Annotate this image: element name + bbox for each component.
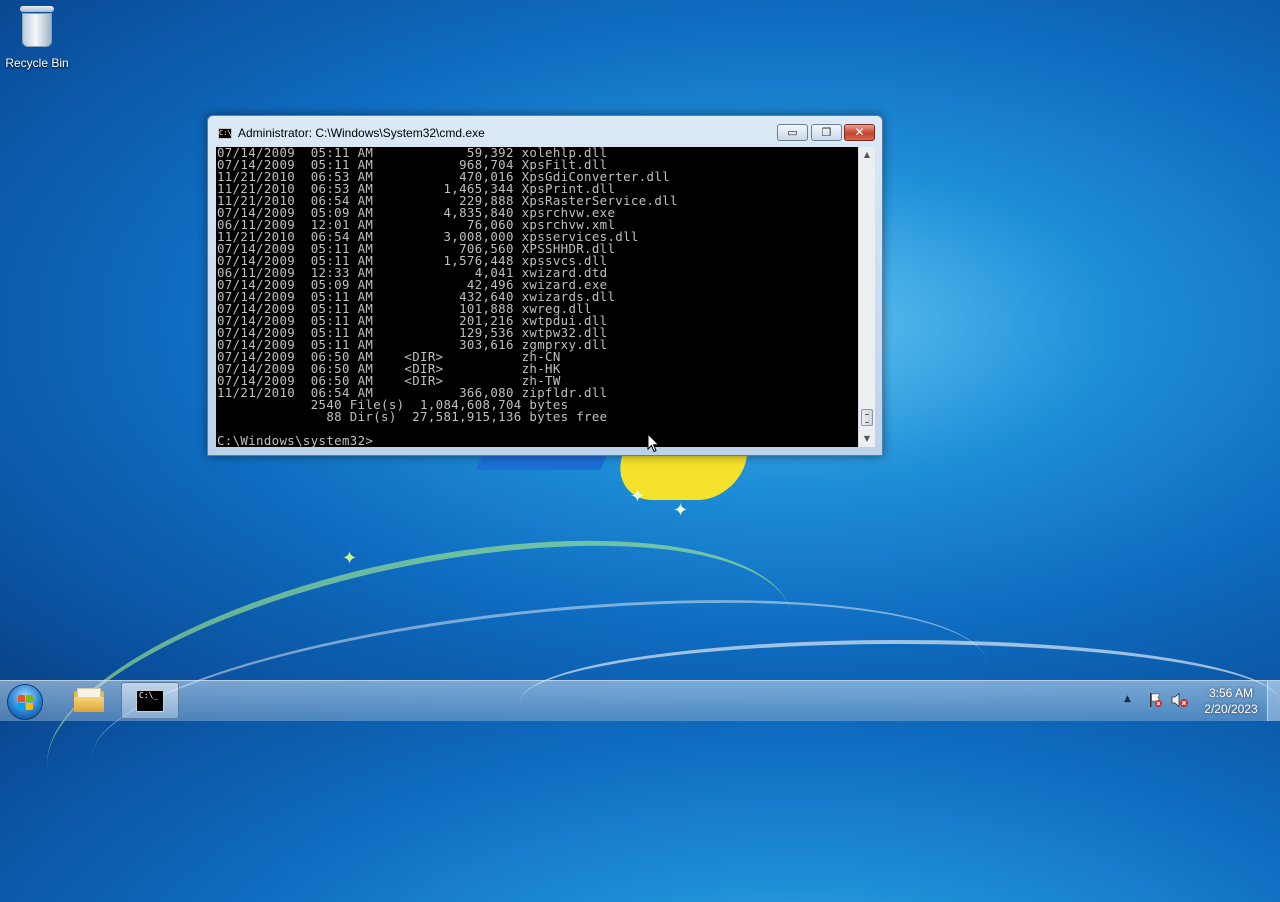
scroll-down-arrow-icon[interactable]: ▼ <box>859 431 875 447</box>
taskbar: C:\_ ▲ 3:56 AM 2/20/2023 <box>0 680 1280 721</box>
folder-icon <box>74 688 104 712</box>
sparkle-icon: ✦ <box>673 500 689 521</box>
maximize-button[interactable]: ❐ <box>811 124 842 141</box>
window-titlebar[interactable]: C:\ Administrator: C:\Windows\System32\c… <box>208 116 882 147</box>
clock-time: 3:56 AM <box>1208 686 1254 700</box>
sparkle-icon: ✦ <box>342 548 358 569</box>
maximize-icon: ❐ <box>821 126 832 139</box>
taskbar-cmd-button[interactable]: C:\_ <box>121 682 179 719</box>
vertical-scrollbar[interactable]: ▲ ▼ <box>858 147 875 447</box>
console-output[interactable]: 07/14/2009 05:11 AM 59,392 xolehlp.dll 07… <box>216 147 866 447</box>
desktop-icon-recycle-bin[interactable]: Recycle Bin <box>4 6 70 70</box>
windows-start-orb-icon <box>18 695 34 711</box>
show-hidden-icons-button[interactable]: ▲ <box>1124 694 1131 704</box>
scroll-thumb[interactable] <box>861 409 873 426</box>
desktop-icon-label: Recycle Bin <box>5 56 69 70</box>
volume-muted-icon[interactable] <box>1171 692 1189 708</box>
sparkle-icon: ✦ <box>630 486 646 507</box>
clock-date: 2/20/2023 <box>1204 702 1258 716</box>
command-prompt-line: C:\Windows\system32> <box>217 433 374 447</box>
window-title: Administrator: C:\Windows\System32\cmd.e… <box>238 126 485 140</box>
command-prompt-icon: C:\ <box>218 128 232 139</box>
recycle-bin-icon <box>20 6 54 48</box>
wallpaper-windows-logo <box>475 450 750 510</box>
show-desktop-button[interactable] <box>1267 681 1280 721</box>
minimize-button[interactable]: ▭ <box>777 124 808 141</box>
command-prompt-icon: C:\_ <box>136 690 164 712</box>
action-center-flag-icon[interactable] <box>1147 692 1163 708</box>
minimize-icon: ▭ <box>787 126 798 139</box>
console-line: 88 Dir(s) 27,581,915,136 bytes free <box>217 409 608 424</box>
scroll-up-arrow-icon[interactable]: ▲ <box>859 147 875 163</box>
cmd-window[interactable]: C:\ Administrator: C:\Windows\System32\c… <box>207 115 883 456</box>
taskbar-clock[interactable]: 3:56 AM 2/20/2023 <box>1196 685 1266 717</box>
taskbar-explorer-button[interactable] <box>60 682 118 719</box>
close-icon: ✕ <box>854 125 865 139</box>
close-button[interactable]: ✕ <box>844 124 875 141</box>
start-button[interactable] <box>7 684 43 720</box>
